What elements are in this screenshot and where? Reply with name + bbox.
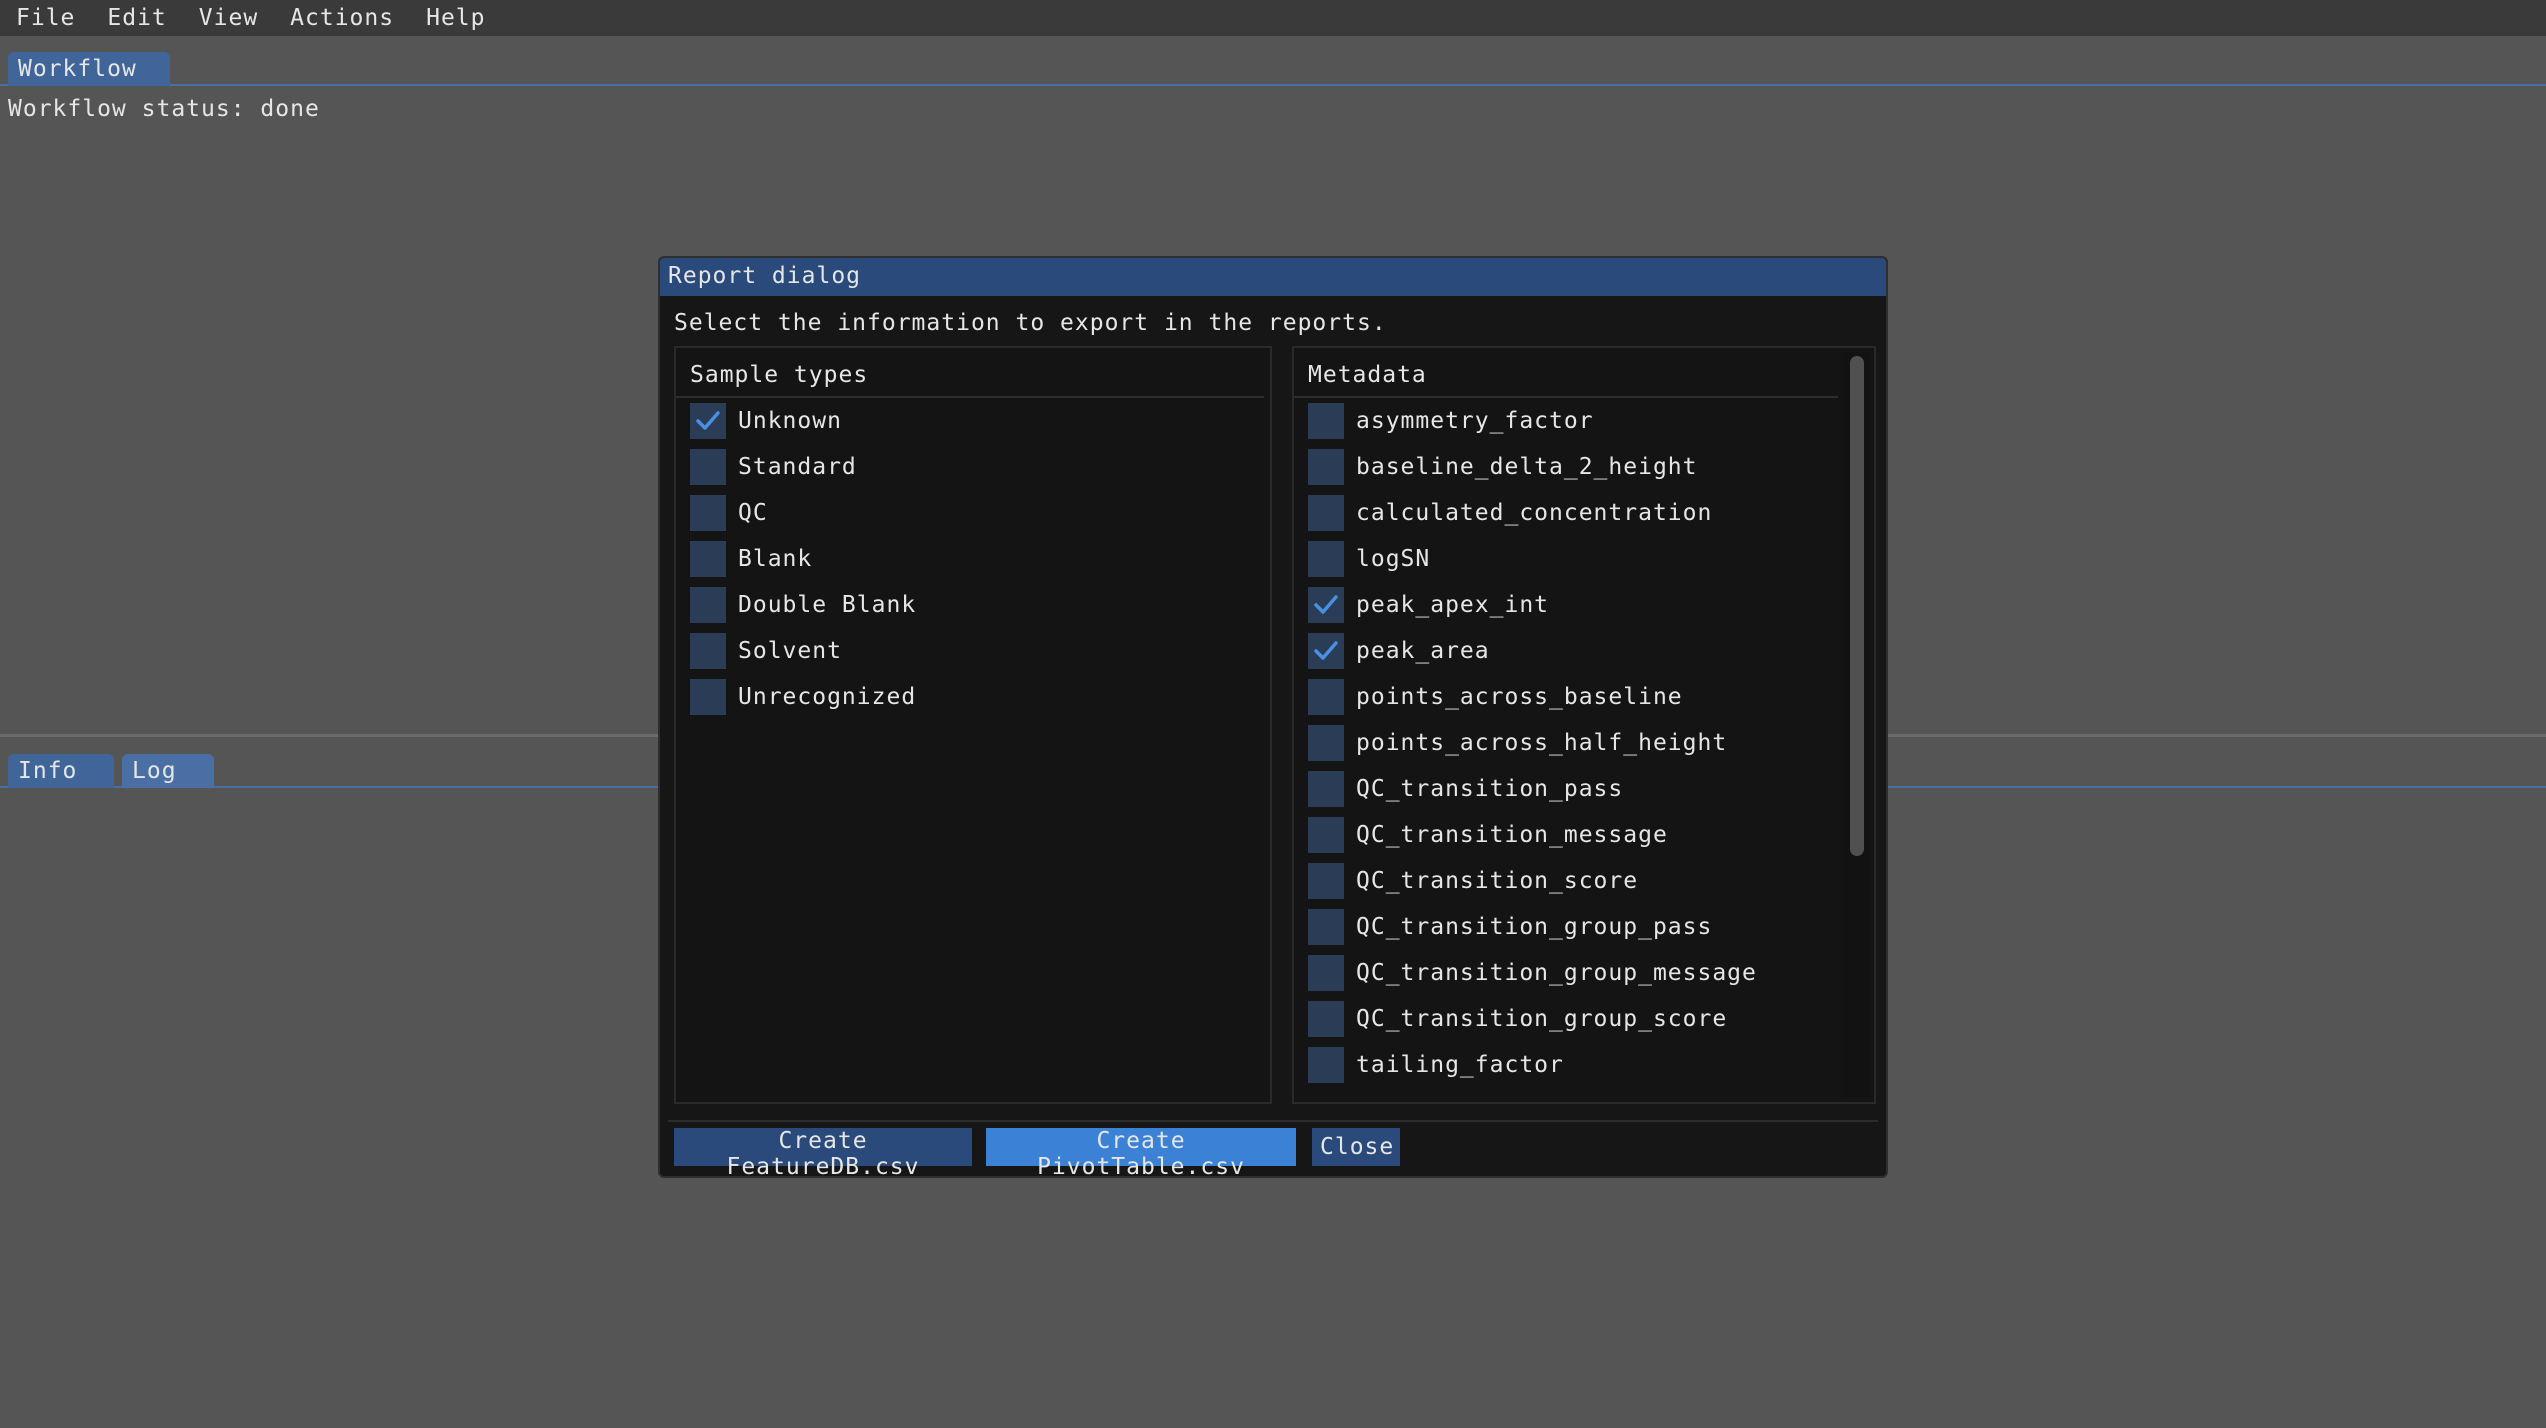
metadata-checkbox[interactable] bbox=[1308, 587, 1344, 623]
metadata-row[interactable]: QC_transition_group_message bbox=[1294, 950, 1874, 996]
sample-type-checkbox[interactable] bbox=[690, 495, 726, 531]
metadata-row[interactable]: logSN bbox=[1294, 536, 1874, 582]
metadata-row[interactable]: QC_transition_group_score bbox=[1294, 996, 1874, 1042]
metadata-scrollbar[interactable] bbox=[1844, 352, 1870, 1098]
metadata-label: QC_transition_pass bbox=[1356, 776, 1624, 802]
metadata-label: tailing_factor bbox=[1356, 1052, 1564, 1078]
metadata-label: asymmetry_factor bbox=[1356, 408, 1594, 434]
metadata-checkbox[interactable] bbox=[1308, 495, 1344, 531]
metadata-checkbox[interactable] bbox=[1308, 1001, 1344, 1037]
metadata-row[interactable]: peak_area bbox=[1294, 628, 1874, 674]
sample-type-label: Blank bbox=[738, 546, 813, 572]
sample-types-list: Unknown Standard QC Blank Double Blank Solven… bbox=[676, 398, 1270, 720]
metadata-row[interactable]: QC_transition_score bbox=[1294, 858, 1874, 904]
metadata-label: points_across_half_height bbox=[1356, 730, 1728, 756]
metadata-header: Metadata bbox=[1294, 348, 1838, 398]
sample-type-label: Unknown bbox=[738, 408, 842, 434]
sample-type-checkbox[interactable] bbox=[690, 403, 726, 439]
sample-types-panel: Sample types Unknown Standard QC Blank Doubl… bbox=[674, 346, 1272, 1104]
metadata-label: QC_transition_group_message bbox=[1356, 960, 1757, 986]
sample-type-label: Unrecognized bbox=[738, 684, 917, 710]
metadata-row[interactable]: tailing_factor bbox=[1294, 1042, 1874, 1088]
metadata-row[interactable]: QC_transition_message bbox=[1294, 812, 1874, 858]
metadata-checkbox[interactable] bbox=[1308, 863, 1344, 899]
dialog-separator bbox=[668, 1120, 1878, 1122]
create-featuredb-button[interactable]: Create FeatureDB.csv bbox=[674, 1128, 972, 1176]
sample-type-row[interactable]: Unrecognized bbox=[676, 674, 1270, 720]
menu-file[interactable]: File bbox=[16, 5, 75, 31]
metadata-row[interactable]: asymmetry_factor bbox=[1294, 398, 1874, 444]
sample-type-checkbox[interactable] bbox=[690, 449, 726, 485]
sample-type-checkbox[interactable] bbox=[690, 587, 726, 623]
metadata-row[interactable]: peak_apex_int bbox=[1294, 582, 1874, 628]
workflow-tab-bar: Workflow bbox=[0, 52, 2546, 86]
metadata-checkbox[interactable] bbox=[1308, 909, 1344, 945]
sample-type-label: Standard bbox=[738, 454, 857, 480]
sample-type-row[interactable]: Unknown bbox=[676, 398, 1270, 444]
sample-type-checkbox[interactable] bbox=[690, 679, 726, 715]
metadata-checkbox[interactable] bbox=[1308, 955, 1344, 991]
metadata-label: logSN bbox=[1356, 546, 1431, 572]
sample-type-label: Solvent bbox=[738, 638, 842, 664]
sample-type-row[interactable]: Blank bbox=[676, 536, 1270, 582]
metadata-checkbox[interactable] bbox=[1308, 1047, 1344, 1083]
menu-actions[interactable]: Actions bbox=[290, 5, 394, 31]
sample-type-label: Double Blank bbox=[738, 592, 917, 618]
tab-log[interactable]: Log bbox=[122, 754, 214, 788]
metadata-row[interactable]: calculated_concentration bbox=[1294, 490, 1874, 536]
sample-types-header: Sample types bbox=[676, 348, 1264, 398]
metadata-label: points_across_baseline bbox=[1356, 684, 1683, 710]
metadata-list: asymmetry_factor baseline_delta_2_heightc… bbox=[1294, 398, 1874, 1098]
metadata-panel: Metadata asymmetry_factor baseline_delta_… bbox=[1292, 346, 1876, 1104]
close-button[interactable]: Close bbox=[1312, 1128, 1400, 1166]
tab-workflow[interactable]: Workflow bbox=[8, 52, 170, 86]
sample-type-row[interactable]: Solvent bbox=[676, 628, 1270, 674]
metadata-label: QC_transition_message bbox=[1356, 822, 1668, 848]
check-icon bbox=[1314, 641, 1338, 660]
metadata-checkbox[interactable] bbox=[1308, 771, 1344, 807]
menu-help[interactable]: Help bbox=[426, 5, 485, 31]
sample-type-label: QC bbox=[738, 500, 768, 526]
metadata-label: QC_transition_group_pass bbox=[1356, 914, 1713, 940]
dialog-prompt: Select the information to export in the … bbox=[674, 310, 1387, 336]
sample-type-checkbox[interactable] bbox=[690, 541, 726, 577]
workflow-status: Workflow status: done bbox=[8, 96, 320, 122]
metadata-scrollbar-thumb[interactable] bbox=[1850, 356, 1864, 856]
metadata-label: calculated_concentration bbox=[1356, 500, 1713, 526]
menu-view[interactable]: View bbox=[199, 5, 258, 31]
sample-type-row[interactable]: Standard bbox=[676, 444, 1270, 490]
sample-type-row[interactable]: Double Blank bbox=[676, 582, 1270, 628]
metadata-checkbox[interactable] bbox=[1308, 725, 1344, 761]
sample-type-row[interactable]: QC bbox=[676, 490, 1270, 536]
metadata-label: peak_area bbox=[1356, 638, 1490, 664]
metadata-row[interactable]: QC_transition_pass bbox=[1294, 766, 1874, 812]
menu-bar: File Edit View Actions Help bbox=[0, 0, 2546, 36]
menu-edit[interactable]: Edit bbox=[107, 5, 166, 31]
metadata-row[interactable]: baseline_delta_2_height bbox=[1294, 444, 1874, 490]
metadata-row[interactable]: points_across_half_height bbox=[1294, 720, 1874, 766]
dialog-title[interactable]: Report dialog bbox=[660, 258, 1886, 296]
metadata-checkbox[interactable] bbox=[1308, 449, 1344, 485]
metadata-checkbox[interactable] bbox=[1308, 679, 1344, 715]
metadata-checkbox[interactable] bbox=[1308, 633, 1344, 669]
metadata-checkbox[interactable] bbox=[1308, 541, 1344, 577]
sample-type-checkbox[interactable] bbox=[690, 633, 726, 669]
metadata-label: QC_transition_group_score bbox=[1356, 1006, 1728, 1032]
tab-info[interactable]: Info bbox=[8, 754, 114, 788]
metadata-row[interactable]: QC_transition_group_pass bbox=[1294, 904, 1874, 950]
report-dialog: Report dialog Select the information to … bbox=[658, 256, 1888, 1178]
check-icon bbox=[696, 411, 720, 430]
metadata-label: peak_apex_int bbox=[1356, 592, 1550, 618]
metadata-checkbox[interactable] bbox=[1308, 403, 1344, 439]
create-pivottable-button[interactable]: Create PivotTable.csv bbox=[986, 1128, 1296, 1176]
check-icon bbox=[1314, 595, 1338, 614]
metadata-row[interactable]: points_across_baseline bbox=[1294, 674, 1874, 720]
metadata-checkbox[interactable] bbox=[1308, 817, 1344, 853]
metadata-label: QC_transition_score bbox=[1356, 868, 1639, 894]
metadata-label: baseline_delta_2_height bbox=[1356, 454, 1698, 480]
